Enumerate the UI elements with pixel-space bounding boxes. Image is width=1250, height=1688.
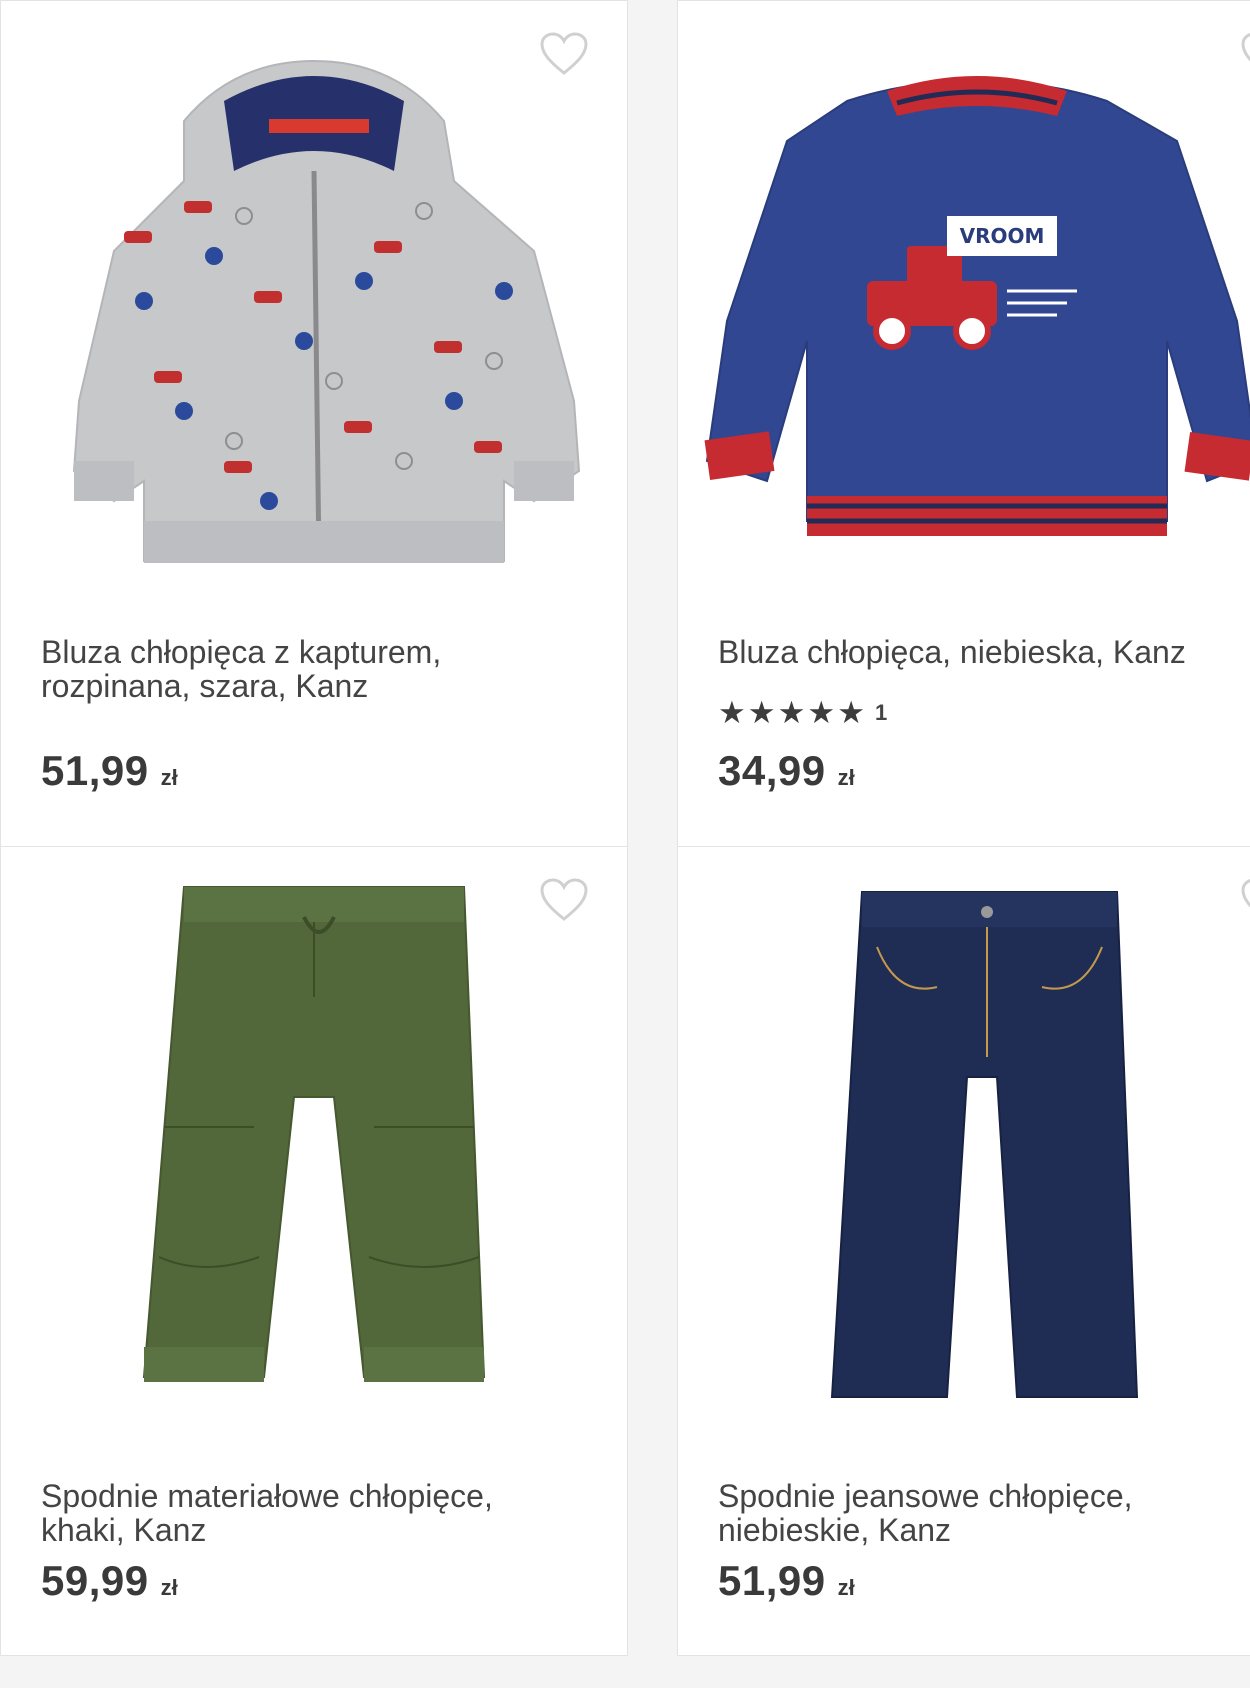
- product-title-line2: rozpinana, szara, Kanz: [41, 668, 369, 704]
- product-price: 51,99 zł: [41, 747, 178, 795]
- star-icon: ★: [777, 695, 806, 730]
- star-icon: ★: [747, 695, 776, 730]
- product-card[interactable]: VROOM Bluza chłopięca, niebieska, Kanz ★…: [677, 0, 1250, 848]
- product-title-line1: Spodnie jeansowe chłopięce,: [718, 1478, 1133, 1514]
- product-image-khaki-pants[interactable]: [1, 877, 627, 1447]
- product-price: 34,99 zł: [718, 747, 855, 795]
- price-amount: 51,99: [41, 747, 149, 794]
- price-currency: zł: [837, 765, 855, 790]
- product-title-line1: Spodnie materiałowe chłopięce,: [41, 1478, 493, 1514]
- product-card[interactable]: Spodnie materiałowe chłopięce, khaki, Ka…: [0, 846, 628, 1656]
- price-amount: 34,99: [718, 747, 826, 794]
- product-card[interactable]: Spodnie jeansowe chłopięce, niebieskie, …: [677, 846, 1250, 1656]
- product-price: 51,99 zł: [718, 1557, 855, 1605]
- product-price: 59,99 zł: [41, 1557, 178, 1605]
- product-card[interactable]: Bluza chłopięca z kapturem, rozpinana, s…: [0, 0, 628, 848]
- product-title-line1: Bluza chłopięca z kapturem,: [41, 634, 442, 670]
- price-currency: zł: [837, 1575, 855, 1600]
- product-title[interactable]: Bluza chłopięca, niebieska, Kanz: [718, 635, 1246, 669]
- svg-text:VROOM: VROOM: [960, 224, 1045, 248]
- price-currency: zł: [160, 1575, 178, 1600]
- product-grid: Bluza chłopięca z kapturem, rozpinana, s…: [0, 0, 1250, 1688]
- product-title[interactable]: Spodnie jeansowe chłopięce, niebieskie, …: [718, 1479, 1246, 1547]
- price-amount: 59,99: [41, 1557, 149, 1604]
- product-image-sweatshirt[interactable]: VROOM: [678, 41, 1250, 601]
- product-title[interactable]: Bluza chłopięca z kapturem, rozpinana, s…: [41, 635, 597, 703]
- product-title[interactable]: Spodnie materiałowe chłopięce, khaki, Ka…: [41, 1479, 597, 1547]
- price-currency: zł: [160, 765, 178, 790]
- product-image-hoodie[interactable]: [1, 41, 627, 601]
- product-title-line1: Bluza chłopięca, niebieska, Kanz: [718, 634, 1186, 670]
- product-title-line2: niebieskie, Kanz: [718, 1512, 952, 1548]
- star-icon: ★: [718, 695, 746, 730]
- product-rating: ★ ★ ★ ★ ★ 1: [718, 697, 887, 729]
- star-icon: ★: [837, 695, 865, 730]
- price-amount: 51,99: [718, 1557, 826, 1604]
- product-image-jeans[interactable]: [678, 877, 1250, 1447]
- product-title-line2: khaki, Kanz: [41, 1512, 207, 1548]
- star-icon: ★: [807, 695, 836, 730]
- rating-count: 1: [874, 700, 888, 725]
